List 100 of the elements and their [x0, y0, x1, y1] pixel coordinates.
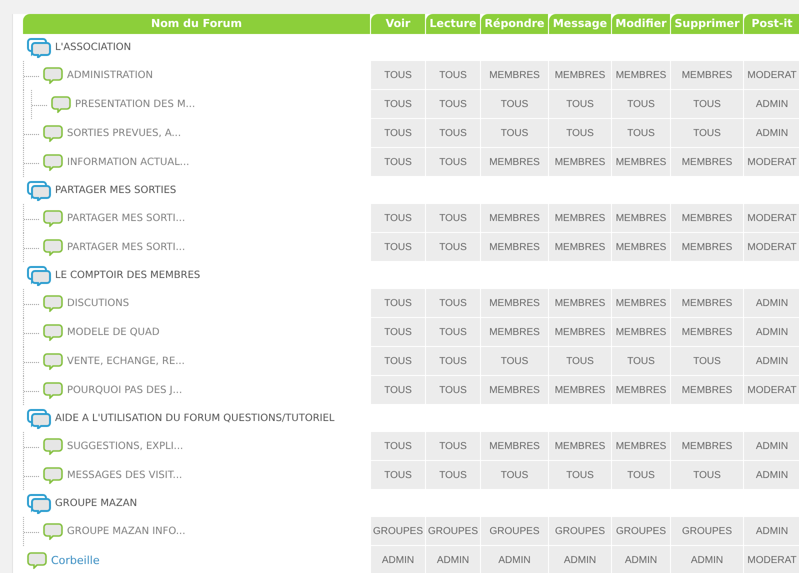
permission-cell: TOUS: [426, 347, 480, 375]
permission-cell: MEMBRES: [671, 318, 743, 346]
permission-cell: MODERAT: [744, 233, 799, 261]
category-title: LE COMPTOIR DES MEMBRES: [55, 270, 200, 281]
speech-bubble-icon: [51, 96, 71, 113]
permission-cell: TOUS: [371, 318, 425, 346]
permission-cell: TOUS: [481, 119, 548, 147]
column-header: Lecture: [426, 14, 480, 34]
permission-cell: ADMIN: [744, 461, 799, 489]
permission-cell: MEMBRES: [612, 148, 670, 176]
permission-cell: TOUS: [371, 119, 425, 147]
permission-cell: ADMIN: [671, 546, 743, 573]
forum-link[interactable]: POURQUOI PAS DES J...: [67, 385, 182, 396]
permission-cell: MEMBRES: [481, 432, 548, 460]
permission-cell: MEMBRES: [612, 289, 670, 317]
forum-link[interactable]: MESSAGES DES VISIT...: [67, 470, 182, 481]
forum-link[interactable]: MODELE DE QUAD: [67, 327, 160, 338]
permission-cell: MEMBRES: [612, 204, 670, 232]
forum-link[interactable]: PARTAGER MES SORTI...: [67, 242, 186, 253]
permission-cell: TOUS: [481, 461, 548, 489]
permission-cell: TOUS: [549, 461, 611, 489]
permission-cell: ADMIN: [744, 289, 799, 317]
category-title: L'ASSOCIATION: [55, 42, 132, 53]
speech-bubble-icon: [43, 67, 63, 84]
permission-cell: TOUS: [671, 461, 743, 489]
permission-cell: MEMBRES: [549, 204, 611, 232]
permission-cell: MEMBRES: [481, 61, 548, 89]
speech-bubble-icon: [43, 324, 63, 341]
permission-cell: TOUS: [426, 148, 480, 176]
forum-link[interactable]: SUGGESTIONS, EXPLI...: [67, 441, 184, 452]
permission-cell: TOUS: [371, 432, 425, 460]
permission-cell: TOUS: [426, 204, 480, 232]
permission-cell: GROUPES: [671, 517, 743, 545]
permission-cell: MEMBRES: [671, 376, 743, 404]
permission-cell: TOUS: [426, 289, 480, 317]
permission-cell: MODERAT: [744, 204, 799, 232]
permission-cell: MODERAT: [744, 546, 799, 573]
permission-cell: ADMIN: [744, 119, 799, 147]
permission-cell: MEMBRES: [671, 61, 743, 89]
permission-cell: MEMBRES: [671, 233, 743, 261]
speech-bubbles-icon: [27, 266, 51, 286]
speech-bubble-icon: [43, 210, 63, 227]
permission-cell: MEMBRES: [612, 318, 670, 346]
forum-link[interactable]: PRESENTATION DES M...: [75, 99, 196, 110]
column-header: Répondre: [481, 14, 548, 34]
forum-link[interactable]: VENTE, ECHANGE, RE...: [67, 356, 185, 367]
category-title: PARTAGER MES SORTIES: [55, 185, 176, 196]
forum-link[interactable]: INFORMATION ACTUAL...: [67, 157, 190, 168]
speech-bubble-icon: [43, 523, 63, 540]
permission-cell: MEMBRES: [549, 318, 611, 346]
permission-cell: ADMIN: [744, 432, 799, 460]
permission-cell: TOUS: [549, 90, 611, 118]
forum-link[interactable]: DISCUTIONS: [67, 298, 130, 309]
permission-cell: TOUS: [371, 90, 425, 118]
permission-cell: MODERAT: [744, 61, 799, 89]
permission-cell: MEMBRES: [549, 148, 611, 176]
permission-cell: MODERAT: [744, 148, 799, 176]
permission-cell: MEMBRES: [481, 204, 548, 232]
permission-cell: TOUS: [426, 233, 480, 261]
permission-cell: TOUS: [671, 119, 743, 147]
forum-link[interactable]: SORTIES PREVUES, A...: [67, 128, 182, 139]
permission-cell: ADMIN: [744, 318, 799, 346]
permission-cell: TOUS: [426, 432, 480, 460]
permission-cell: TOUS: [426, 90, 480, 118]
permission-cell: GROUPES: [426, 517, 480, 545]
speech-bubbles-icon: [27, 408, 51, 428]
permission-cell: TOUS: [549, 347, 611, 375]
permission-cell: TOUS: [426, 119, 480, 147]
permission-cell: TOUS: [671, 347, 743, 375]
speech-bubble-icon: [43, 353, 63, 370]
permission-cell: TOUS: [671, 90, 743, 118]
permission-cell: GROUPES: [549, 517, 611, 545]
permission-cell: ADMIN: [481, 546, 548, 573]
permission-cell: TOUS: [371, 347, 425, 375]
permission-cell: GROUPES: [371, 517, 425, 545]
column-header: Nom du Forum: [23, 14, 370, 34]
speech-bubbles-icon: [27, 38, 51, 58]
column-header: Post-it: [744, 14, 799, 34]
permission-cell: MEMBRES: [612, 376, 670, 404]
permission-cell: TOUS: [371, 204, 425, 232]
permission-cell: MEMBRES: [671, 289, 743, 317]
permission-cell: TOUS: [426, 318, 480, 346]
speech-bubble-icon: [43, 239, 63, 256]
forum-link[interactable]: ADMINISTRATION: [67, 70, 154, 81]
permission-cell: TOUS: [426, 461, 480, 489]
trash-link[interactable]: Corbeille: [51, 554, 100, 567]
speech-bubble-icon: [43, 154, 63, 171]
permission-cell: TOUS: [426, 376, 480, 404]
permission-cell: TOUS: [481, 347, 548, 375]
forum-link[interactable]: PARTAGER MES SORTI...: [67, 213, 186, 224]
permission-cell: TOUS: [612, 347, 670, 375]
permission-cell: GROUPES: [481, 517, 548, 545]
forum-link[interactable]: GROUPE MAZAN INFO...: [67, 526, 186, 537]
permission-cell: MEMBRES: [671, 204, 743, 232]
permission-cell: MEMBRES: [612, 233, 670, 261]
permission-cell: MEMBRES: [612, 432, 670, 460]
permission-cell: ADMIN: [744, 90, 799, 118]
permission-cell: ADMIN: [426, 546, 480, 573]
permission-cell: MEMBRES: [549, 376, 611, 404]
permission-cell: MEMBRES: [549, 289, 611, 317]
